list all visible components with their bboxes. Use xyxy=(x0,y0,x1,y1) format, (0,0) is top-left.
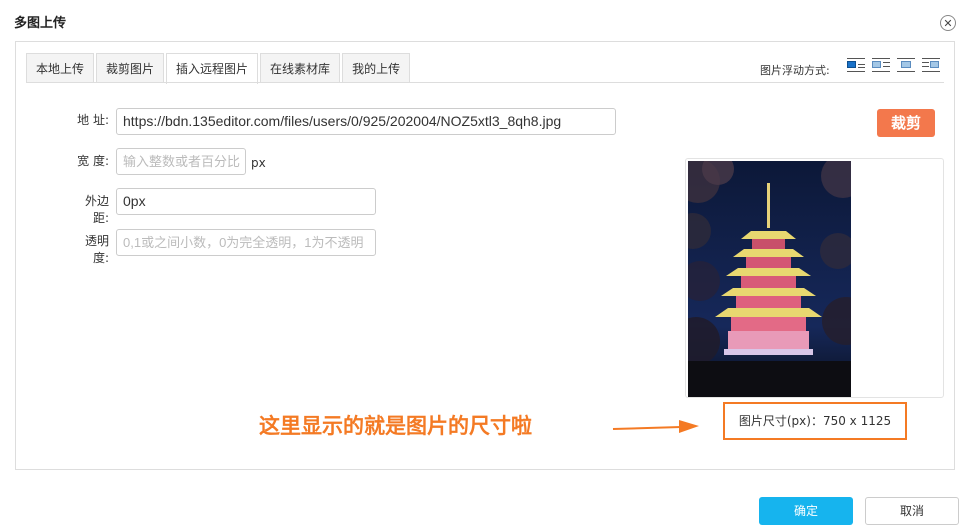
cancel-button[interactable]: 取消 xyxy=(865,497,959,525)
tab-my-uploads[interactable]: 我的上传 xyxy=(342,53,411,83)
margin-input[interactable]: 0px xyxy=(116,188,376,215)
float-center-icon[interactable] xyxy=(897,58,915,74)
annotation-text: 这里显示的就是图片的尺寸啦 xyxy=(259,414,532,438)
dialog-title: 多图上传 xyxy=(14,16,67,31)
margin-label: 外边距: xyxy=(84,194,109,225)
image-size-box: 图片尺寸(px)：750 x 1125 xyxy=(723,402,907,440)
crop-button[interactable]: 裁剪 xyxy=(877,109,935,137)
width-label: 宽 度: xyxy=(77,154,109,168)
pagoda-photo-icon xyxy=(688,161,851,397)
width-input[interactable]: 输入整数或者百分比 xyxy=(116,148,246,175)
ok-button[interactable]: 确定 xyxy=(759,497,853,525)
tab-online-library[interactable]: 在线素材库 xyxy=(260,53,341,83)
tab-crop-image[interactable]: 裁剪图片 xyxy=(96,53,165,83)
address-label: 地 址: xyxy=(77,113,109,127)
address-input[interactable]: https://bdn.135editor.com/files/users/0/… xyxy=(116,108,616,135)
float-left-icon[interactable] xyxy=(872,58,890,74)
image-size-text: 图片尺寸(px)：750 x 1125 xyxy=(738,414,892,428)
float-mode-icons xyxy=(847,58,947,74)
tab-local-upload[interactable]: 本地上传 xyxy=(26,53,95,83)
opacity-label: 透明度: xyxy=(84,234,109,265)
float-right-icon[interactable] xyxy=(922,58,940,74)
close-icon[interactable]: ✕ xyxy=(940,15,956,31)
width-unit: px xyxy=(251,156,266,170)
opacity-input[interactable]: 0,1或之间小数，0为完全透明，1为不透明 xyxy=(116,229,376,256)
tab-insert-remote[interactable]: 插入远程图片 xyxy=(166,53,259,84)
tab-divider xyxy=(26,82,944,83)
main-panel: 本地上传 裁剪图片 插入远程图片 在线素材库 我的上传 图片浮动方式: 地 址:… xyxy=(15,41,955,470)
float-none-icon[interactable] xyxy=(847,58,865,74)
annotation-arrow-icon xyxy=(612,420,699,433)
float-mode-label: 图片浮动方式: xyxy=(760,64,830,77)
tab-bar: 本地上传 裁剪图片 插入远程图片 在线素材库 我的上传 xyxy=(26,53,412,84)
